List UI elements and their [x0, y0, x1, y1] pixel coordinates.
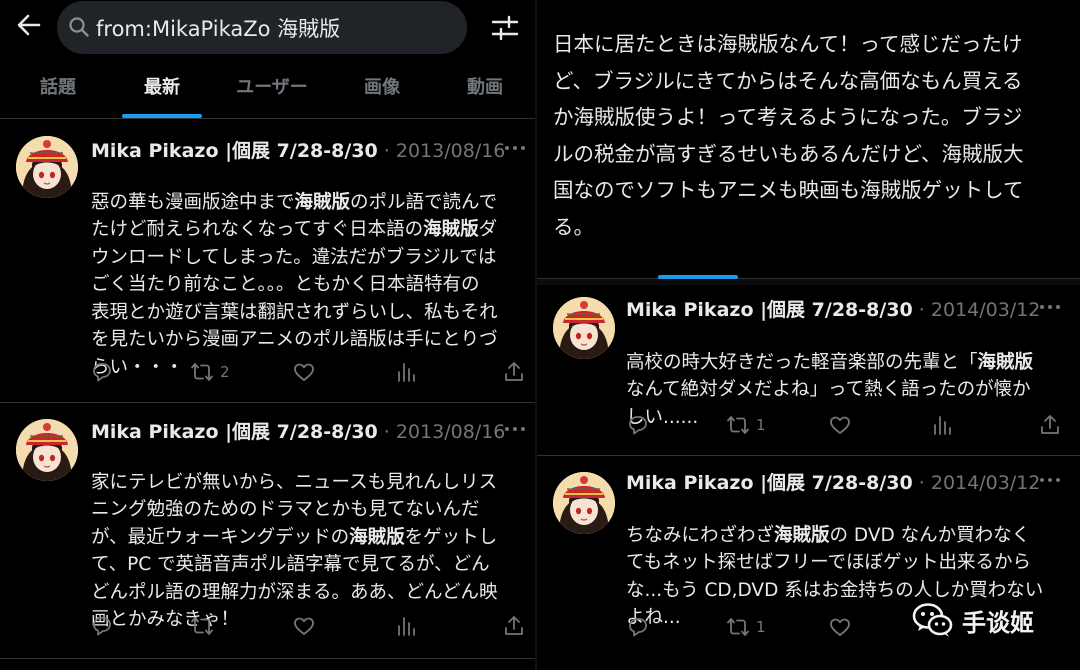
reply-icon	[93, 363, 111, 382]
tweet-actions	[90, 612, 530, 640]
retweet-icon	[191, 617, 213, 635]
tweet-author-name[interactable]: Mika Pikazo |個展 7/28-8/30	[626, 472, 913, 494]
more-options-icon[interactable]	[503, 424, 527, 434]
tweet[interactable]: Mika Pikazo |個展 7/28-8/30 · 2014/03/12 高…	[537, 285, 1080, 455]
avatar[interactable]	[16, 419, 78, 481]
tweet-actions: 1	[626, 411, 1071, 439]
back-arrow-icon[interactable]	[14, 10, 44, 40]
keyword-highlight: 海賊版	[977, 351, 1034, 373]
like-button[interactable]	[828, 613, 852, 641]
reply-icon	[629, 618, 647, 637]
retweet-icon	[191, 363, 213, 381]
reply-button[interactable]	[90, 612, 114, 640]
reply-button[interactable]	[90, 358, 114, 386]
tab-top[interactable]: 話題	[18, 66, 98, 118]
search-tabs: 話題 最新 ユーザー 画像 動画	[0, 66, 535, 118]
retweet-count: 1	[756, 416, 766, 434]
retweet-count: 2	[220, 363, 230, 381]
tweet-actions: 2	[90, 358, 530, 386]
avatar[interactable]	[16, 136, 78, 198]
retweet-button[interactable]: 1	[726, 411, 766, 439]
reply-button[interactable]	[626, 411, 650, 439]
search-icon	[69, 17, 89, 37]
search-query[interactable]: from:MikaPikaZo 海賊版	[96, 13, 340, 43]
avatar[interactable]	[553, 472, 615, 534]
retweet-icon	[727, 416, 749, 434]
analytics-icon	[934, 416, 951, 435]
filter-settings-icon[interactable]	[490, 13, 520, 43]
share-button[interactable]	[1038, 411, 1062, 439]
views-button[interactable]	[394, 358, 418, 386]
like-button[interactable]	[292, 358, 316, 386]
search-results-panel-left: from:MikaPikaZo 海賊版 話題 最新 ユーザー 画像 動画 Mik…	[0, 0, 535, 670]
share-icon	[505, 362, 523, 381]
watermark: 手谈姬	[912, 598, 1034, 642]
share-button[interactable]	[502, 612, 526, 640]
tweet-text: 惡の華も漫画版途中まで海賊版のポル語で読んで たけど耐えられなくなってすぐ日本語…	[91, 191, 498, 378]
wechat-icon	[912, 603, 953, 637]
share-icon	[1041, 415, 1059, 434]
tweet-author-name[interactable]: Mika Pikazo |個展 7/28-8/30	[91, 140, 378, 162]
keyword-highlight: 海賊版	[349, 526, 405, 548]
tab-photos[interactable]: 画像	[342, 66, 422, 118]
tweet-date[interactable]: · 2014/03/12	[913, 472, 1041, 494]
search-results-panel-right: 日本に居たときは海賊版なんて！って感じだったけ ど、ブラジルにきてからはそんな高…	[537, 0, 1080, 670]
tweet-divider	[0, 658, 535, 659]
like-button[interactable]	[828, 411, 852, 439]
heart-icon	[294, 617, 314, 635]
tweet[interactable]: Mika Pikazo |個展 7/28-8/30 · 2013/08/16 家…	[0, 403, 535, 658]
retweet-button[interactable]: 1	[726, 613, 766, 641]
keyword-highlight: 海賊版	[294, 191, 351, 213]
tweet-date[interactable]: · 2013/08/16	[378, 421, 506, 443]
tweet-text: 家にテレビが無いから、ニュースも見れんしリス ニング勉強のためのドラマとかも見て…	[91, 471, 498, 631]
share-button[interactable]	[502, 358, 526, 386]
more-options-icon[interactable]	[1038, 475, 1062, 485]
keyword-highlight: 海賊版	[774, 524, 830, 546]
tweet-text-expanded: 日本に居たときは海賊版なんて！って感じだったけ ど、ブラジルにきてからはそんな高…	[553, 32, 1024, 239]
reply-button[interactable]	[626, 613, 650, 641]
tweet-author-name[interactable]: Mika Pikazo |個展 7/28-8/30	[91, 421, 378, 443]
retweet-button[interactable]: 2	[190, 358, 230, 386]
tab-videos[interactable]: 動画	[445, 66, 525, 118]
heart-icon	[830, 416, 850, 434]
views-button[interactable]	[930, 411, 954, 439]
analytics-icon	[398, 617, 415, 636]
reply-icon	[93, 617, 111, 636]
search-header: from:MikaPikaZo 海賊版	[0, 0, 535, 56]
retweet-icon	[727, 618, 749, 636]
retweet-button[interactable]	[190, 612, 220, 640]
tweet-date[interactable]: · 2013/08/16	[378, 140, 506, 162]
reply-icon	[629, 416, 647, 435]
keyword-highlight: 海賊版	[423, 219, 479, 240]
heart-icon	[830, 618, 850, 636]
retweet-count: 1	[756, 618, 766, 636]
share-icon	[505, 616, 523, 635]
more-options-icon[interactable]	[503, 143, 527, 153]
tweet[interactable]: Mika Pikazo |個展 7/28-8/30 · 2013/08/16 惡…	[0, 119, 535, 402]
views-button[interactable]	[394, 612, 418, 640]
like-button[interactable]	[292, 612, 316, 640]
tweet-date[interactable]: · 2014/03/12	[913, 299, 1041, 321]
watermark-text: 手谈姬	[962, 608, 1034, 637]
tweet-author-name[interactable]: Mika Pikazo |個展 7/28-8/30	[626, 299, 913, 321]
tab-latest[interactable]: 最新	[122, 66, 202, 118]
heart-icon	[294, 363, 314, 381]
analytics-icon	[398, 363, 415, 382]
tab-people[interactable]: ユーザー	[222, 66, 322, 118]
avatar[interactable]	[553, 297, 615, 359]
more-options-icon[interactable]	[1038, 302, 1062, 312]
